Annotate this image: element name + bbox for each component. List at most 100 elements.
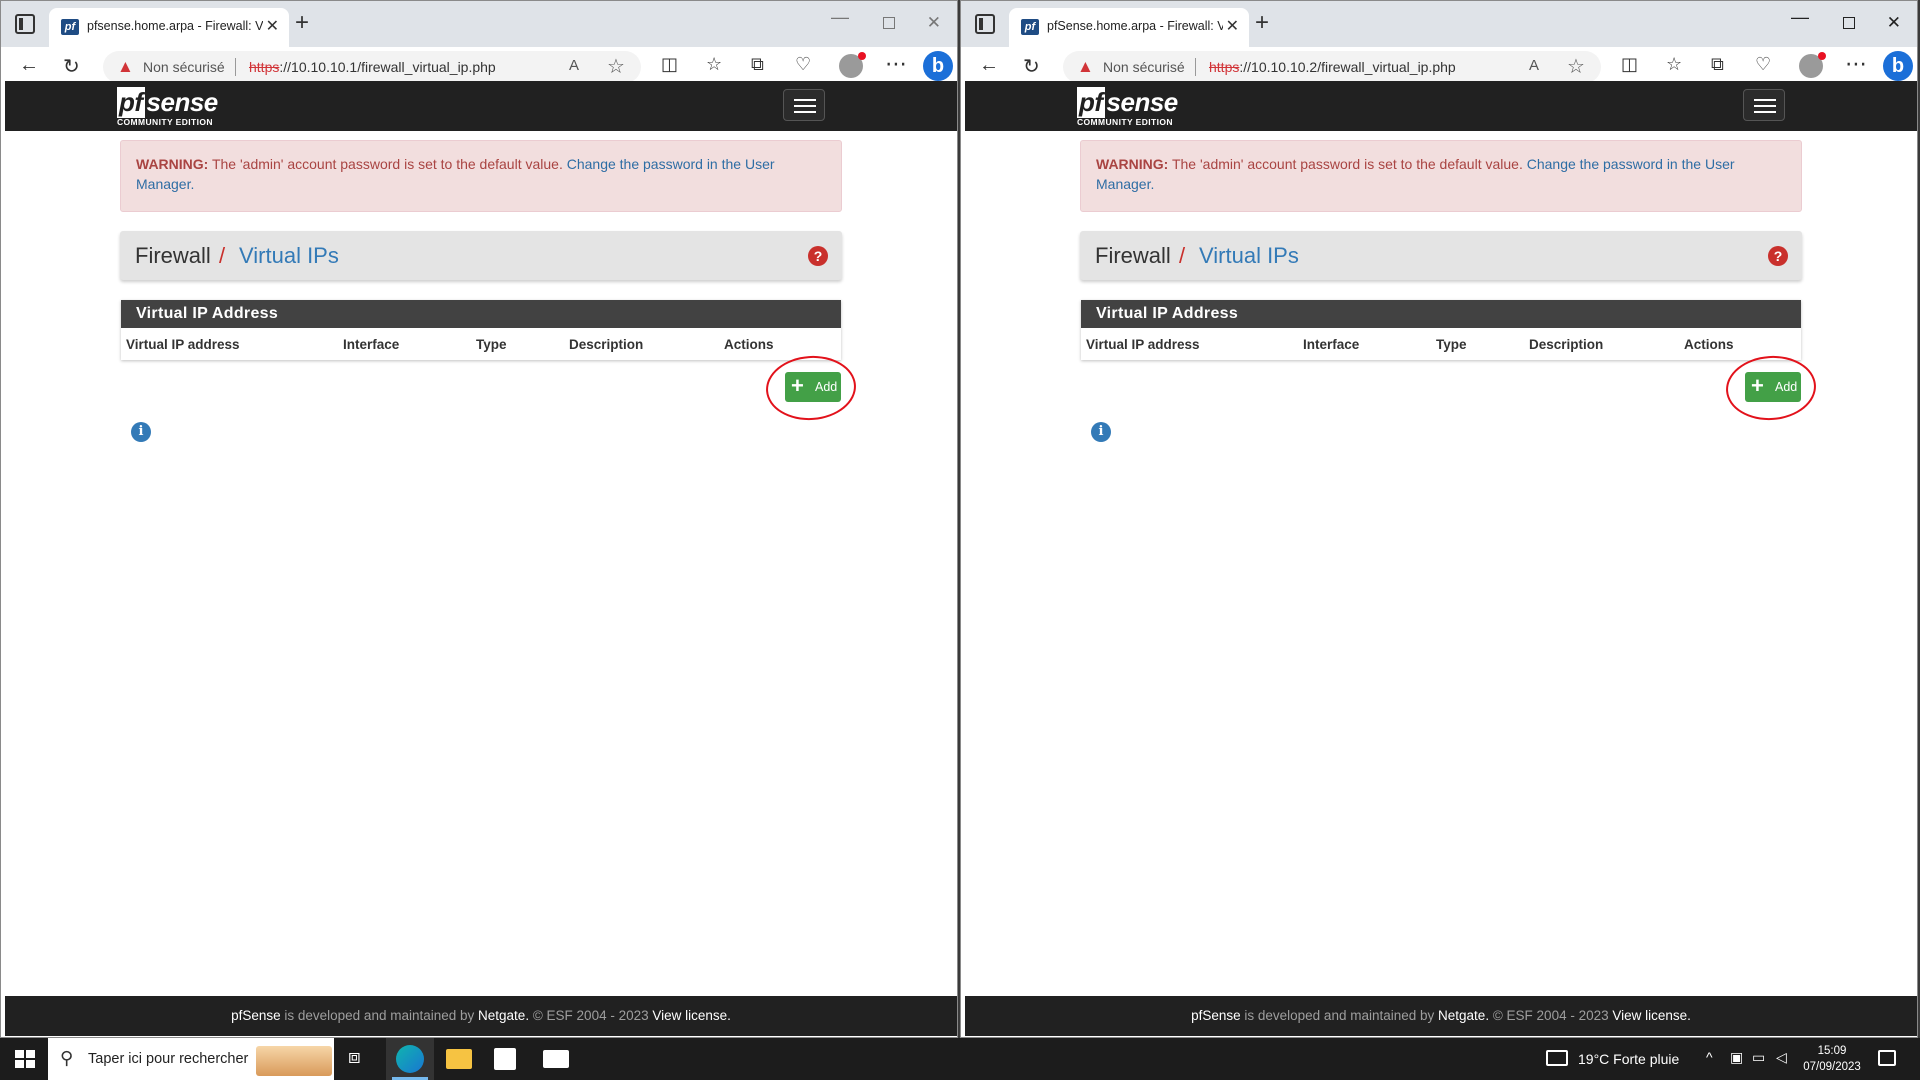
maximize-button[interactable]: [883, 17, 895, 29]
info-icon[interactable]: i: [1091, 422, 1111, 442]
favorites-icon[interactable]: ☆: [1666, 54, 1682, 75]
column-header: Interface: [343, 337, 400, 352]
bing-icon[interactable]: b: [923, 51, 953, 81]
tray-chevron-icon[interactable]: ^: [1706, 1049, 1713, 1065]
more-icon[interactable]: ⋯: [1845, 51, 1867, 77]
clock[interactable]: 15:09 07/09/2023: [1800, 1043, 1864, 1075]
title-bar: pf pfsense.home.arpa - Firewall: Virtual…: [1, 1, 957, 47]
weather-icon[interactable]: [1546, 1050, 1568, 1066]
new-tab-plus-icon[interactable]: +: [1255, 11, 1269, 35]
column-header: Virtual IP address: [1086, 337, 1200, 352]
panel-heading: Virtual IP Address: [1081, 300, 1801, 328]
task-view-icon[interactable]: ⧈: [348, 1046, 374, 1070]
info-icon[interactable]: i: [131, 422, 151, 442]
close-tab-icon[interactable]: ✕: [266, 16, 279, 36]
url-text[interactable]: https://10.10.10.2/firewall_virtual_ip.p…: [1209, 59, 1456, 75]
minimize-button[interactable]: —: [1791, 7, 1809, 28]
alert-label: WARNING:: [1096, 156, 1169, 172]
view-license-link[interactable]: View license.: [652, 1008, 731, 1023]
breadcrumb-root: Firewall: [135, 243, 211, 268]
logo-prefix: pf: [117, 87, 145, 118]
warning-icon[interactable]: ▲: [117, 57, 134, 77]
breadcrumb-root: Firewall: [1095, 243, 1171, 268]
edge-icon[interactable]: [396, 1045, 424, 1073]
taskbar-search[interactable]: ⚲ Taper ici pour rechercher: [48, 1038, 334, 1080]
close-tab-icon[interactable]: ✕: [1226, 16, 1239, 36]
tab-title: pfSense.home.arpa - Firewall: Virtual IP…: [1047, 19, 1223, 33]
logo-text: pf sense: [1077, 87, 1178, 118]
read-aloud-icon[interactable]: A: [1529, 57, 1539, 74]
collections-icon[interactable]: ⧉: [751, 54, 764, 75]
warning-icon[interactable]: ▲: [1077, 57, 1094, 77]
network-icon[interactable]: ▭: [1752, 1049, 1765, 1066]
weather-text[interactable]: 19°C Forte pluie: [1578, 1051, 1679, 1067]
footer-text: is developed and maintained by: [284, 1008, 475, 1023]
minimize-button[interactable]: —: [831, 7, 849, 28]
profile-icon[interactable]: [839, 52, 866, 78]
maximize-button[interactable]: [1843, 17, 1855, 29]
windows-start-icon[interactable]: [15, 1050, 35, 1068]
split-screen-icon[interactable]: ◫: [1621, 54, 1638, 75]
view-license-link[interactable]: View license.: [1612, 1008, 1691, 1023]
close-window-button[interactable]: ✕: [927, 13, 941, 33]
breadcrumb-current[interactable]: Virtual IPs: [239, 243, 339, 269]
url-path: ://10.10.10.2/firewall_virtual_ip.php: [1239, 59, 1456, 75]
pfsense-favicon: pf: [61, 19, 79, 35]
address-bar[interactable]: ▲ Non sécurisé https://10.10.10.1/firewa…: [103, 51, 641, 83]
star-icon[interactable]: ☆: [607, 54, 625, 79]
address-bar[interactable]: ▲ Non sécurisé https://10.10.10.2/firewa…: [1063, 51, 1601, 83]
security-label[interactable]: Non sécurisé: [1103, 59, 1185, 75]
pfsense-logo[interactable]: pf sense COMMUNITY EDITION: [117, 87, 227, 127]
logo-main: sense: [1106, 87, 1179, 117]
store-icon[interactable]: [494, 1048, 516, 1070]
split-screen-icon[interactable]: ◫: [661, 54, 678, 75]
browser-tab[interactable]: pf pfsense.home.arpa - Firewall: Virtual…: [49, 8, 289, 47]
reload-icon[interactable]: ↻: [1023, 54, 1040, 79]
star-icon[interactable]: ☆: [1567, 54, 1585, 79]
workspaces-icon[interactable]: [975, 14, 995, 34]
column-header: Interface: [1303, 337, 1360, 352]
reload-icon[interactable]: ↻: [63, 54, 80, 79]
more-icon[interactable]: ⋯: [885, 51, 907, 77]
page-viewport: pf sense COMMUNITY EDITION WARNING: The '…: [5, 81, 957, 1036]
collections-icon[interactable]: ⧉: [1711, 54, 1724, 75]
breadcrumb-current[interactable]: Virtual IPs: [1199, 243, 1299, 269]
notification-icon[interactable]: [1878, 1050, 1896, 1066]
browser-tab[interactable]: pf pfSense.home.arpa - Firewall: Virtual…: [1009, 8, 1249, 47]
profile-icon[interactable]: [1799, 52, 1826, 78]
clock-time: 15:09: [1817, 1045, 1847, 1057]
footer-vendor-link[interactable]: Netgate.: [478, 1008, 529, 1023]
breadcrumb: Firewall / Virtual IPs ?: [120, 231, 842, 280]
new-tab-plus-icon[interactable]: +: [295, 11, 309, 35]
performance-icon[interactable]: ♡: [1755, 54, 1771, 75]
footer-brand: pfSense: [1191, 1008, 1241, 1023]
favorites-icon[interactable]: ☆: [706, 54, 722, 75]
read-aloud-icon[interactable]: A: [569, 57, 579, 74]
pfsense-logo[interactable]: pf sense COMMUNITY EDITION: [1077, 87, 1187, 127]
browser-window-left: pf pfsense.home.arpa - Firewall: Virtual…: [0, 0, 958, 1038]
column-header: Type: [476, 337, 507, 352]
bing-icon[interactable]: b: [1883, 51, 1913, 81]
annotation-circle: [1723, 352, 1819, 424]
url-scheme: https: [249, 59, 280, 75]
menu-icon[interactable]: [1743, 89, 1785, 121]
virtual-ip-panel: Virtual IP Address Virtual IP address In…: [121, 300, 841, 360]
file-explorer-icon[interactable]: [446, 1049, 472, 1069]
footer-vendor-link[interactable]: Netgate.: [1438, 1008, 1489, 1023]
workspaces-icon[interactable]: [15, 14, 35, 34]
help-icon[interactable]: ?: [1768, 246, 1788, 266]
help-icon[interactable]: ?: [808, 246, 828, 266]
security-label[interactable]: Non sécurisé: [143, 59, 225, 75]
performance-icon[interactable]: ♡: [795, 54, 811, 75]
back-icon[interactable]: ←: [979, 54, 999, 77]
search-highlight-image: [256, 1046, 332, 1076]
mail-icon[interactable]: [543, 1050, 569, 1068]
close-window-button[interactable]: ✕: [1887, 13, 1901, 33]
column-header: Actions: [1684, 337, 1734, 352]
url-text[interactable]: https://10.10.10.1/firewall_virtual_ip.p…: [249, 59, 496, 75]
back-icon[interactable]: ←: [19, 54, 39, 77]
tray-device-icon[interactable]: ▣: [1730, 1049, 1743, 1066]
page-footer: pfSense is developed and maintained by N…: [965, 996, 1917, 1036]
menu-icon[interactable]: [783, 89, 825, 121]
volume-icon[interactable]: ◁: [1776, 1049, 1787, 1066]
